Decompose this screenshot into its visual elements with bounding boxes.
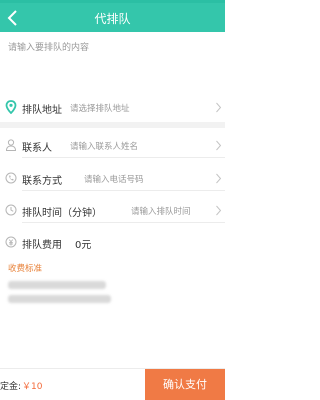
fee-label: 排队费用 <box>22 240 62 251</box>
fee-value: 0元 <box>75 240 92 251</box>
bottom-bar: 定金: ￥10 确认支付 <box>0 368 225 400</box>
section-divider <box>0 122 225 128</box>
address-input[interactable]: 请选择排队地址 <box>70 102 130 114</box>
page-title: 代排队 <box>94 12 131 26</box>
row-divider <box>22 157 225 158</box>
clock-icon <box>5 204 17 216</box>
chevron-right-icon <box>216 102 222 113</box>
phone-row[interactable]: 联系方式 请输入电话号码 <box>0 165 225 191</box>
chevron-right-icon <box>216 173 222 184</box>
contact-row[interactable]: 联系人 请输入联系人姓名 <box>0 132 225 158</box>
row-divider <box>22 190 225 191</box>
header-bar: 代排队 <box>0 3 225 32</box>
blurred-text <box>8 295 111 303</box>
coin-icon <box>5 236 17 248</box>
time-label: 排队时间（分钟） <box>22 208 102 219</box>
fee-row: 排队费用 0元 <box>0 229 225 255</box>
chevron-right-icon <box>216 205 222 216</box>
time-row[interactable]: 排队时间（分钟） 请输入排队时间 <box>0 197 225 223</box>
address-label: 排队地址 <box>22 105 62 116</box>
chevron-right-icon <box>216 140 222 151</box>
confirm-pay-button[interactable]: 确认支付 <box>145 369 225 400</box>
location-pin-icon <box>5 100 17 114</box>
phone-label: 联系方式 <box>22 176 62 187</box>
address-row[interactable]: 排队地址 请选择排队地址 <box>0 94 225 120</box>
deposit-label: 定金: <box>0 382 22 392</box>
phone-input[interactable]: 请输入电话号码 <box>84 173 144 185</box>
deposit-value: ￥10 <box>22 382 43 392</box>
blurred-text <box>8 281 106 289</box>
time-input[interactable]: 请输入排队时间 <box>131 205 191 217</box>
fee-standard-title: 收费标准 <box>8 264 43 274</box>
content-input[interactable]: 请输入要排队的内容 <box>8 40 89 53</box>
person-icon <box>5 139 17 151</box>
phone-icon <box>5 172 17 184</box>
contact-input[interactable]: 请输入联系人姓名 <box>70 140 138 152</box>
row-divider <box>22 222 225 223</box>
contact-label: 联系人 <box>22 143 52 154</box>
